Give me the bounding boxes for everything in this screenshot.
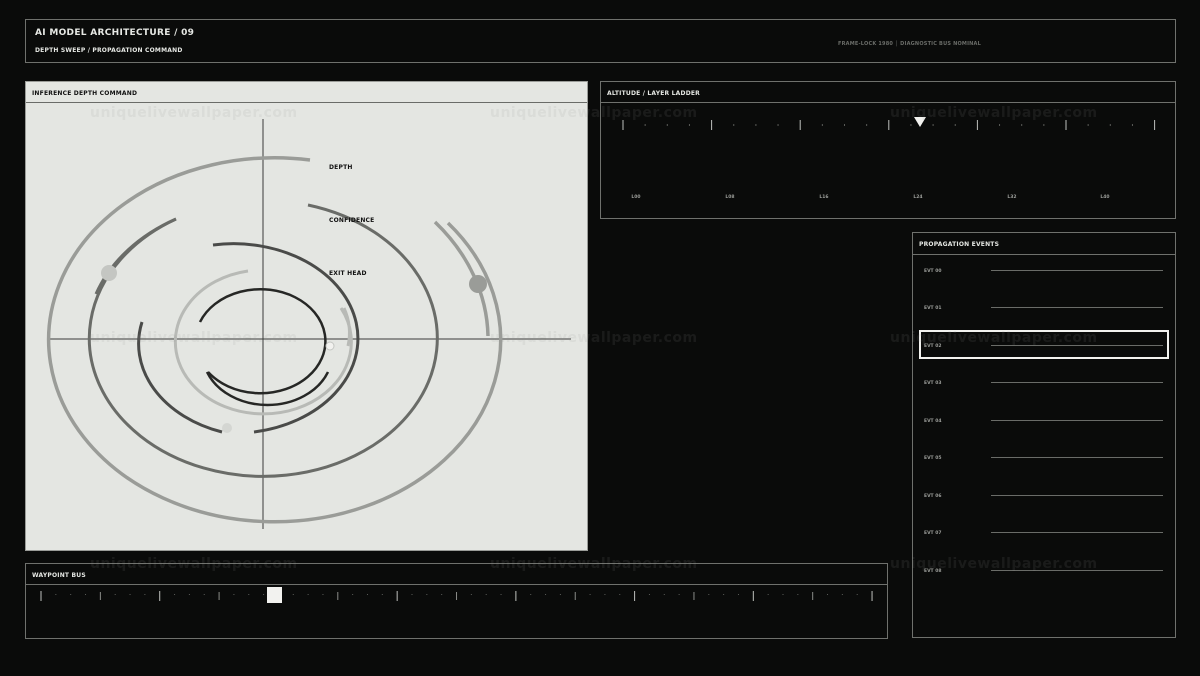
depth-ring-2-left [94,217,177,295]
event-row[interactable]: EVT 05 [913,443,1175,473]
depth-marker [101,265,117,281]
event-label: EVT 06 [924,494,942,499]
page-title: AI MODEL ARCHITECTURE / 09 [35,28,195,38]
depth-label: DEPTH [329,164,353,171]
propagation-events-title: PROPAGATION EVENTS [919,241,1000,248]
layer-ladder-panel: ALTITUDE / LAYER LADDER L00 L08 L16 L24 … [600,81,1176,219]
depth-ring-inner-tail [205,371,330,407]
exit-head-marker [325,341,335,351]
event-trace [991,570,1163,571]
event-label: EVT 05 [924,456,942,461]
ring-node-marker [222,423,232,433]
confidence-label: CONFIDENCE [329,217,375,224]
event-label: EVT 03 [924,381,942,386]
status-readout: FRAME-LOCK 1980 │ DIAGNOSTIC BUS NOMINAL [838,41,981,47]
event-trace [991,307,1163,308]
exit-head-label: EXIT HEAD [329,270,367,277]
ladder-scale [622,117,1156,130]
event-row[interactable]: EVT 00 [913,256,1175,286]
confidence-marker [469,275,487,293]
event-label: EVT 00 [924,269,942,274]
event-row-selected[interactable]: EVT 02 [913,330,1175,361]
waypoint-bus-panel: WAYPOINT BUS [25,563,888,639]
event-label: EVT 01 [924,306,942,311]
page-subtitle: DEPTH SWEEP / PROPAGATION COMMAND [35,47,183,54]
depth-ring-4-right [342,307,351,347]
event-label: EVT 07 [924,531,942,536]
event-trace [991,345,1163,346]
event-row[interactable]: EVT 06 [913,481,1175,511]
inference-depth-panel: INFERENCE DEPTH COMMAND DEPTH CONFIDENCE… [25,81,588,551]
event-label: EVT 02 [924,344,942,349]
event-trace [991,382,1163,383]
event-trace [991,420,1163,421]
waypoint-scale [40,587,873,603]
event-row[interactable]: EVT 04 [913,406,1175,436]
ladder-tick-label: L40 [1100,195,1110,200]
layer-pointer-icon [914,117,926,127]
event-trace [991,495,1163,496]
event-trace [991,532,1163,533]
event-label: EVT 08 [924,569,942,574]
waypoint-cursor [267,587,282,603]
ladder-tick-label: L00 [631,195,641,200]
event-row[interactable]: EVT 01 [913,293,1175,323]
ladder-tick-label: L16 [819,195,829,200]
depth-ring-outer [46,156,503,524]
event-label: EVT 04 [924,419,942,424]
depth-rings-graphic [46,119,571,529]
ladder-tick-label: L24 [913,195,923,200]
event-trace [991,457,1163,458]
event-row[interactable]: EVT 07 [913,518,1175,548]
event-trace [991,270,1163,271]
propagation-events-panel: PROPAGATION EVENTS EVT 00 EVT 01 EVT 02 … [912,232,1176,638]
panel-divider [913,254,1175,255]
ladder-tick-label: L08 [725,195,735,200]
event-row[interactable]: EVT 08 [913,556,1175,586]
ladder-tick-label: L32 [1007,195,1017,200]
header-bar: AI MODEL ARCHITECTURE / 09 DEPTH SWEEP /… [25,19,1176,63]
event-row[interactable]: EVT 03 [913,368,1175,398]
